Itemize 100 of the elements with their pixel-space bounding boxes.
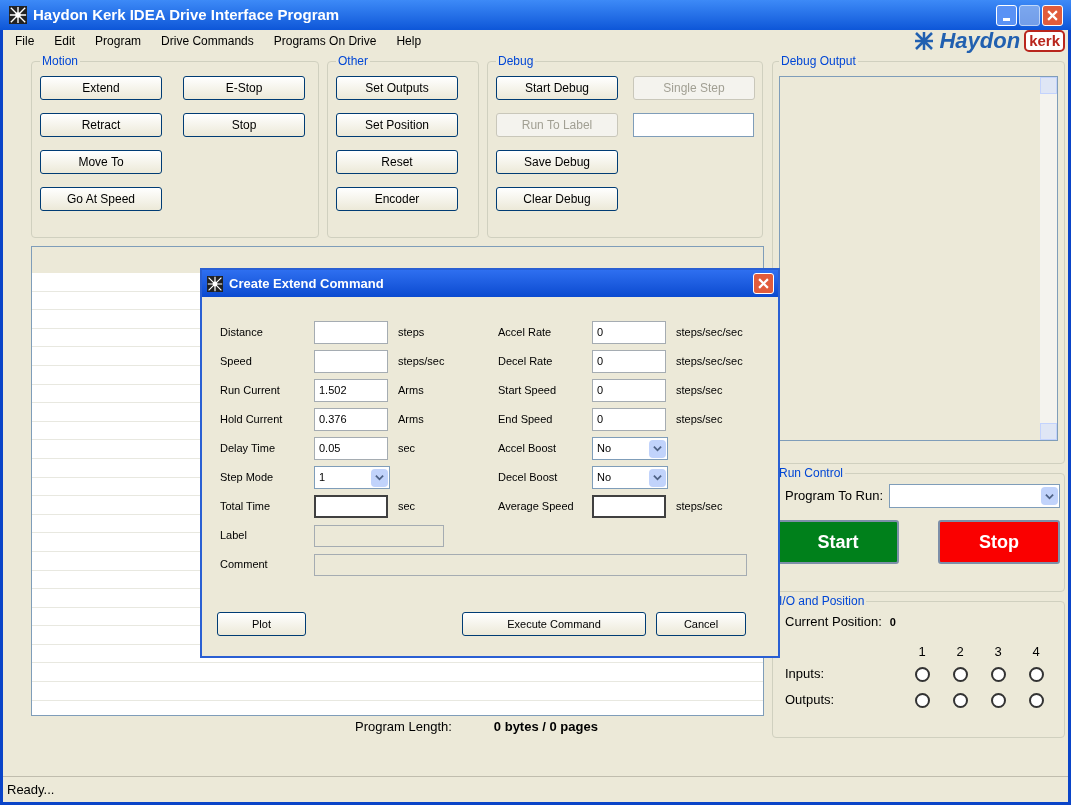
io-row-label: Outputs:: [784, 691, 836, 710]
command-button[interactable]: Stop: [183, 113, 305, 137]
unit-label: Arms: [398, 412, 424, 428]
field-label: Accel Boost: [498, 441, 558, 457]
dialog-button[interactable]: Plot: [217, 612, 306, 636]
command-button[interactable]: Set Outputs: [336, 76, 458, 100]
close-button[interactable]: [753, 273, 774, 294]
program-to-run-label: Program To Run:: [785, 487, 884, 506]
unit-label: steps/sec: [676, 383, 723, 399]
group-title: Other: [337, 53, 369, 70]
logo-badge: kerk: [1024, 30, 1065, 52]
close-icon: [758, 278, 769, 289]
group-title: Motion: [41, 53, 80, 70]
field-label: Decel Boost: [498, 470, 559, 486]
input-field[interactable]: 0: [592, 379, 666, 402]
label-input-field[interactable]: [633, 113, 754, 137]
scrollbar[interactable]: [1040, 77, 1057, 440]
input-field[interactable]: 1.502: [314, 379, 388, 402]
command-button[interactable]: Set Position: [336, 113, 458, 137]
command-button[interactable]: Go At Speed: [40, 187, 162, 211]
channel-number: 4: [1031, 642, 1041, 661]
menu-item[interactable]: Programs On Drive: [263, 32, 387, 50]
app-icon: [206, 275, 224, 292]
input-field[interactable]: [314, 321, 388, 344]
program-dropdown[interactable]: [889, 484, 1060, 508]
logo-mark-icon: [913, 31, 936, 51]
input-field[interactable]: 0: [592, 408, 666, 431]
minimize-button[interactable]: [996, 4, 1017, 26]
minimize-icon: [1003, 17, 1010, 21]
dropdown-value: 1: [319, 470, 326, 486]
dialog-title: Create Extend Command: [229, 274, 384, 293]
dialog-button[interactable]: Execute Command: [462, 612, 646, 636]
io-row-label: Inputs:: [784, 665, 826, 684]
channel-number: 3: [993, 642, 1003, 661]
unit-label: steps/sec: [676, 499, 723, 515]
unit-label: sec: [398, 441, 416, 457]
field-label: Hold Current: [220, 412, 284, 428]
field-label: End Speed: [498, 412, 554, 428]
field-label: Accel Rate: [498, 325, 553, 341]
menu-item[interactable]: Help: [386, 32, 432, 50]
field-label: Run Current: [220, 383, 281, 399]
field-label: Start Speed: [498, 383, 558, 399]
dialog-button[interactable]: Cancel: [656, 612, 746, 636]
dropdown-value: No: [597, 441, 612, 457]
input-field[interactable]: 0.05: [314, 437, 388, 460]
input-field[interactable]: [592, 495, 666, 518]
channel-number: 1: [917, 642, 927, 661]
command-button[interactable]: Encoder: [336, 187, 458, 211]
input-field[interactable]: 0.376: [314, 408, 388, 431]
unit-label: steps/sec: [398, 354, 445, 370]
stop-button[interactable]: Stop: [938, 520, 1060, 564]
field-label: Total Time: [220, 499, 272, 515]
field-label: Decel Rate: [498, 354, 554, 370]
menu-item[interactable]: Edit: [44, 32, 86, 50]
group-title: I/O and Position: [778, 593, 866, 610]
current-position-label: Current Position:: [785, 613, 882, 631]
unit-label: sec: [398, 499, 416, 515]
group-title: Run Control: [778, 465, 845, 482]
field-label: Step Mode: [220, 470, 275, 486]
command-button[interactable]: Save Debug: [496, 150, 618, 174]
status-text: Ready...: [7, 780, 55, 799]
command-button[interactable]: Extend: [40, 76, 162, 100]
program-length-value: 0 bytes / 0 pages: [493, 718, 598, 737]
program-length-label: Program Length:: [355, 718, 452, 737]
dropdown[interactable]: No: [592, 437, 668, 460]
field-label: Distance: [220, 325, 264, 341]
command-button[interactable]: E-Stop: [183, 76, 305, 100]
logo-wordmark: Haydon: [939, 30, 1021, 52]
field-label: Label: [220, 528, 248, 544]
group-title: Debug: [497, 53, 535, 70]
input-field[interactable]: 0: [592, 350, 666, 373]
group-title: Debug Output: [780, 53, 857, 70]
command-button[interactable]: Move To: [40, 150, 162, 174]
unit-label: steps/sec/sec: [676, 354, 743, 370]
dropdown[interactable]: No: [592, 466, 668, 489]
command-button[interactable]: Clear Debug: [496, 187, 618, 211]
maximize-button[interactable]: [1019, 4, 1040, 26]
command-button[interactable]: Retract: [40, 113, 162, 137]
input-field[interactable]: [314, 350, 388, 373]
dropdown[interactable]: 1: [314, 466, 390, 489]
field-label: Speed: [220, 354, 253, 370]
input-field[interactable]: [314, 495, 388, 518]
command-button[interactable]: Reset: [336, 150, 458, 174]
menu-item[interactable]: Program: [85, 32, 152, 50]
unit-label: Arms: [398, 383, 424, 399]
unit-label: steps: [398, 325, 425, 341]
command-button[interactable]: Start Debug: [496, 76, 618, 100]
close-button[interactable]: [1042, 4, 1063, 26]
field-label: Delay Time: [220, 441, 277, 457]
dropdown-value: No: [597, 470, 612, 486]
start-button[interactable]: Start: [777, 520, 899, 564]
unit-label: steps/sec: [676, 412, 723, 428]
input-field[interactable]: 0: [592, 321, 666, 344]
channel-number: 2: [955, 642, 965, 661]
field-label: Comment: [220, 557, 269, 573]
close-icon: [1047, 9, 1058, 21]
menu-item[interactable]: File: [5, 32, 45, 50]
menu-item[interactable]: Drive Commands: [151, 32, 264, 50]
window-title: Haydon Kerk IDEA Drive Interface Program: [33, 4, 340, 25]
app-icon: [8, 6, 28, 24]
